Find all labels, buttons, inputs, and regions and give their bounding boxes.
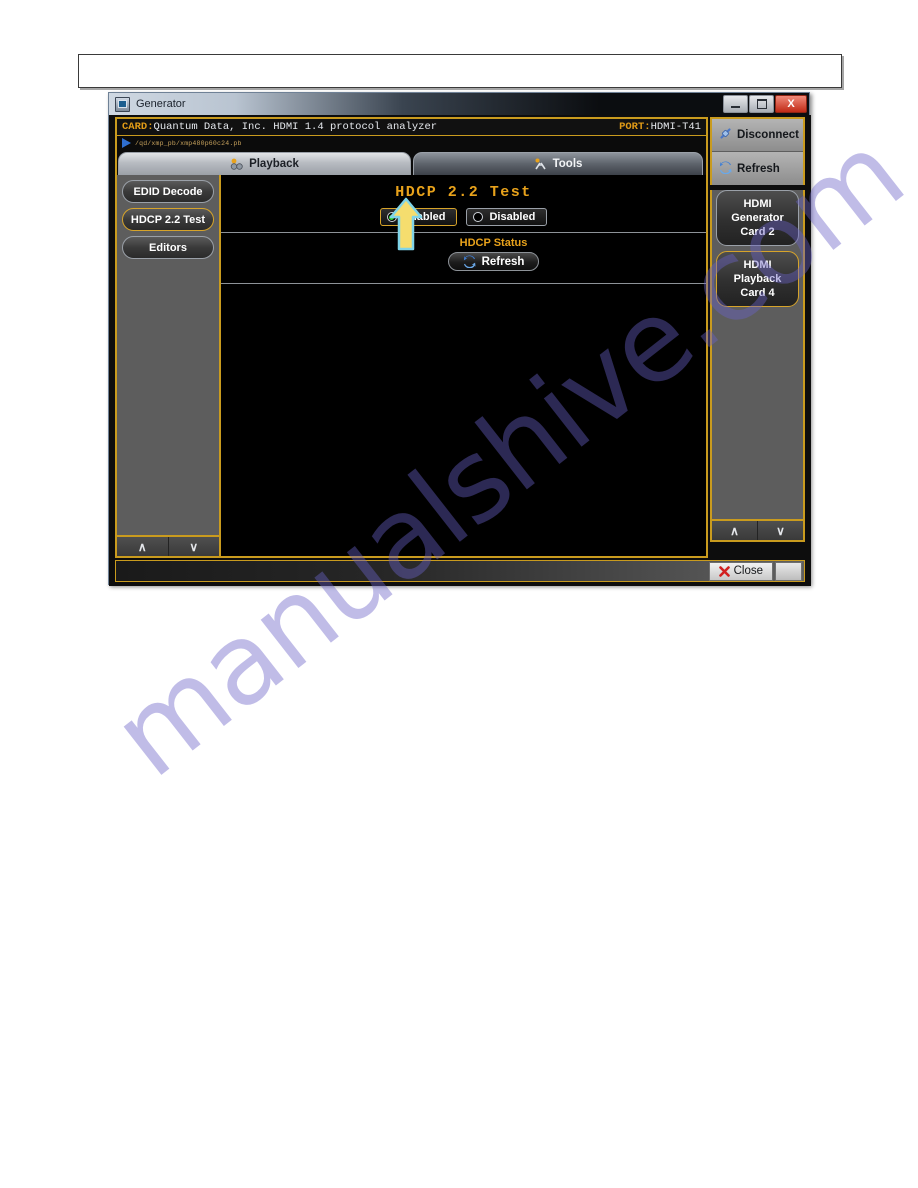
tools-icon: [534, 158, 547, 170]
right-sidebar-cards: HDMI Generator Card 2 HDMI Playback Card…: [710, 190, 805, 542]
playback-path-bar[interactable]: /qd/xmp_pb/xmp480p60c24.pb: [117, 136, 706, 150]
left-sidebar: EDID Decode HDCP 2.2 Test Editors ∧ ∨: [117, 175, 221, 556]
card-line-2: Generator: [731, 212, 784, 224]
window-titlebar: Generator X: [109, 93, 809, 115]
minimize-button[interactable]: [723, 95, 748, 113]
sidebar-item-label: Editors: [149, 241, 187, 254]
right-sidebar: Disconnect Refresh HDMI Generator Card 2…: [710, 117, 805, 558]
card-hdmi-playback-card-4[interactable]: HDMI Playback Card 4: [716, 251, 799, 307]
radio-disabled[interactable]: Disabled: [466, 208, 548, 226]
close-button[interactable]: Close: [708, 561, 773, 581]
monitor-icon: [115, 96, 130, 112]
status-bar: Close: [115, 560, 805, 582]
hdcp-enable-radio-group: Enabled Disabled: [221, 208, 706, 226]
sidebar-item-editors[interactable]: Editors: [122, 236, 214, 259]
card-line-1: HDMI: [743, 198, 772, 210]
left-nav-up-button[interactable]: ∧: [117, 537, 169, 556]
tab-playback[interactable]: Playback: [118, 152, 411, 175]
document-header-box: [78, 54, 842, 88]
tab-tools[interactable]: Tools: [413, 152, 703, 175]
panes-row: EDID Decode HDCP 2.2 Test Editors ∧ ∨ HD…: [117, 175, 706, 556]
window-body: CARD: Quantum Data, Inc. HDMI 1.4 protoc…: [109, 115, 811, 586]
hdcp-status-refresh-button[interactable]: Refresh: [447, 252, 540, 271]
refresh-arrows-icon: [719, 160, 732, 177]
disconnect-plug-icon: [719, 127, 732, 143]
tab-tools-label: Tools: [552, 158, 583, 170]
right-refresh-label: Refresh: [737, 162, 780, 175]
refresh-button-label: Refresh: [481, 255, 525, 268]
refresh-arrows-icon: [463, 255, 476, 269]
right-sidebar-actions: Disconnect Refresh: [710, 117, 805, 185]
radio-indicator-off-icon: [473, 212, 484, 222]
card-line-3: Card 2: [740, 226, 775, 238]
main-frame: CARD: Quantum Data, Inc. HDMI 1.4 protoc…: [115, 117, 708, 558]
hdcp-status-section: HDCP Status Refresh: [221, 233, 706, 277]
sidebar-item-label: HDCP 2.2 Test: [130, 213, 206, 226]
playback-path-text: /qd/xmp_pb/xmp480p60c24.pb: [135, 139, 242, 147]
right-sidebar-nav: ∧ ∨: [712, 519, 803, 540]
section-divider-bottom: [221, 283, 706, 284]
tab-playback-label: Playback: [249, 158, 299, 170]
port-label: PORT:: [619, 121, 651, 133]
left-sidebar-nav: ∧ ∨: [117, 535, 219, 556]
close-button-label: Close: [733, 565, 763, 577]
window-controls: X: [723, 95, 807, 113]
disconnect-button[interactable]: Disconnect: [712, 119, 803, 152]
maximize-button[interactable]: [749, 95, 774, 113]
right-nav-up-button[interactable]: ∧: [712, 521, 758, 540]
sidebar-item-edid-decode[interactable]: EDID Decode: [122, 180, 214, 203]
red-x-icon: [718, 565, 730, 577]
tab-strip: Playback Tools: [117, 150, 706, 175]
status-bar-spacer: [775, 561, 802, 581]
close-window-button[interactable]: X: [775, 95, 807, 113]
sidebar-item-hdcp-22-test[interactable]: HDCP 2.2 Test: [122, 208, 214, 231]
card-line-1: HDMI: [743, 259, 772, 271]
left-nav-down-button[interactable]: ∨: [168, 537, 219, 556]
content-pane: HDCP 2.2 Test Enabled Disabled HDCP Stat…: [221, 175, 706, 556]
disconnect-label: Disconnect: [737, 129, 799, 141]
window-title: Generator: [136, 98, 186, 110]
up-arrow-annotation: [388, 197, 424, 251]
card-info-bar: CARD: Quantum Data, Inc. HDMI 1.4 protoc…: [117, 119, 706, 136]
card-hdmi-generator-card-2[interactable]: HDMI Generator Card 2: [716, 190, 799, 246]
radio-disabled-label: Disabled: [489, 211, 536, 223]
page-title: HDCP 2.2 Test: [395, 184, 532, 201]
card-line-3: Card 4: [740, 287, 775, 299]
port-value: HDMI-T41: [650, 121, 701, 133]
playback-icon: [230, 158, 243, 170]
hdcp-status-label: HDCP Status: [459, 237, 528, 249]
right-nav-down-button[interactable]: ∨: [758, 521, 803, 540]
sidebar-item-label: EDID Decode: [133, 185, 203, 198]
card-value: Quantum Data, Inc. HDMI 1.4 protocol ana…: [153, 121, 438, 133]
play-triangle-icon: [122, 138, 131, 148]
generator-window: Generator X CARD: Quantum Data, Inc. HDM…: [108, 92, 811, 586]
card-line-2: Playback: [733, 273, 782, 285]
card-label: CARD:: [122, 121, 154, 133]
right-refresh-button[interactable]: Refresh: [712, 152, 803, 185]
